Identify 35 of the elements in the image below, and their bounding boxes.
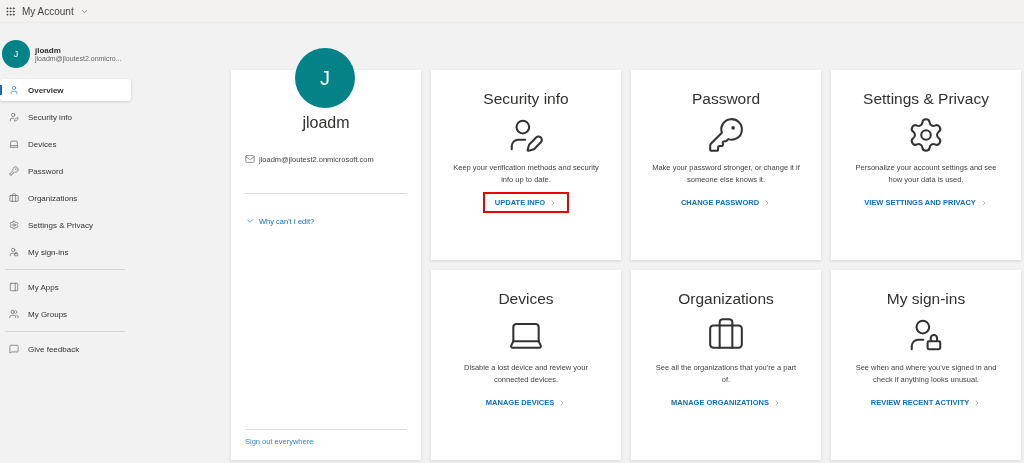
tile-title: Devices bbox=[498, 290, 554, 308]
laptop-icon bbox=[9, 139, 19, 149]
briefcase-icon bbox=[9, 193, 19, 203]
sidebar-item[interactable]: Security info bbox=[0, 106, 131, 128]
person-pen-icon bbox=[9, 112, 19, 122]
person-icon bbox=[9, 85, 19, 95]
user-name: jloadm bbox=[35, 46, 62, 55]
gear-icon bbox=[9, 220, 19, 230]
tile-title: Settings & Privacy bbox=[863, 90, 989, 108]
tile-title: Password bbox=[691, 90, 761, 108]
key-icon bbox=[9, 166, 19, 176]
sidebar-item[interactable]: My Groups bbox=[0, 303, 131, 325]
feedback-icon bbox=[9, 344, 19, 354]
profile-name: jloadm bbox=[301, 114, 351, 132]
sidebar-item[interactable]: My Apps bbox=[0, 276, 131, 298]
sidebar-item[interactable]: Overview bbox=[0, 79, 131, 101]
profile-avatar: J bbox=[295, 48, 355, 108]
chevron-down-icon bbox=[245, 216, 255, 226]
sidebar-item[interactable]: Organizations bbox=[0, 187, 131, 209]
tile-title: Organizations bbox=[678, 290, 774, 308]
tile-title: Security info bbox=[483, 90, 569, 108]
people-icon bbox=[9, 309, 19, 319]
app-launcher-icon[interactable] bbox=[5, 5, 16, 17]
key-icon bbox=[707, 116, 745, 154]
sidebar-item[interactable]: Give feedback bbox=[0, 338, 131, 360]
user-avatar: J bbox=[2, 40, 30, 68]
panel-icon bbox=[9, 282, 19, 292]
sidebar-item[interactable]: Devices bbox=[0, 133, 131, 155]
tile-title: My sign-ins bbox=[886, 290, 966, 308]
mail-icon bbox=[245, 154, 255, 164]
sidebar-item[interactable]: Password bbox=[0, 160, 131, 182]
app-title: My Account bbox=[22, 5, 74, 17]
person-lock-icon bbox=[9, 247, 19, 257]
sidebar-item[interactable]: My sign-ins bbox=[0, 241, 131, 263]
sidebar-item[interactable]: Settings & Privacy bbox=[0, 214, 131, 236]
